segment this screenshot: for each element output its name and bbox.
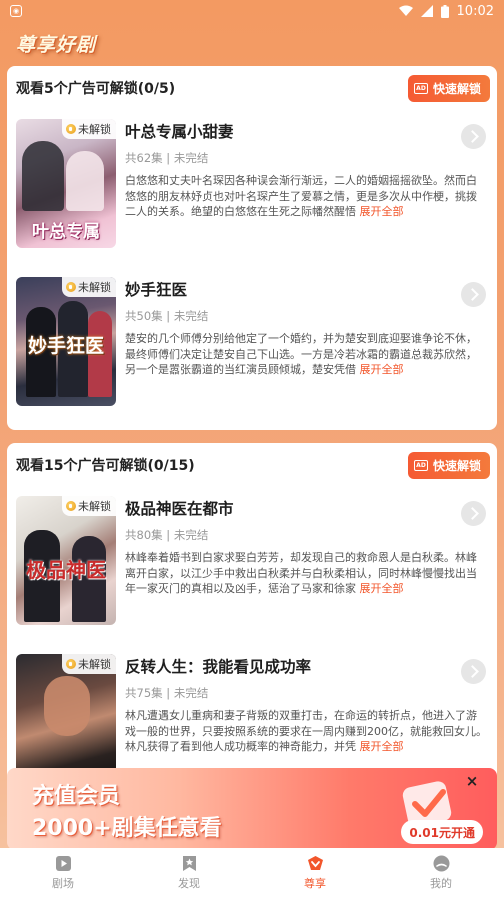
description-text: 楚安的几个师傅分别给他定了一个婚约，并为楚安到底迎娶谁争论不休，最终师傅们决定让… — [125, 332, 477, 376]
banner-subheadline: 2000+剧集任意看 — [32, 816, 222, 841]
quick-unlock-label: 快速解锁 — [432, 458, 481, 473]
quick-unlock-label: 快速解锁 — [432, 81, 481, 96]
section-header: 观看15个广告可解锁(0/15) AD 快速解锁 — [7, 443, 497, 487]
poster-title-text: 叶总专属 — [32, 222, 100, 242]
lock-icon — [66, 659, 76, 669]
tab-label: 我的 — [430, 876, 452, 890]
unlock-section-15-ads: 观看15个广告可解锁(0/15) AD 快速解锁 极品神医 未解锁 极品神医在都… — [7, 443, 497, 783]
poster-title-text: 极品神医 — [26, 558, 106, 582]
expand-link[interactable]: 展开全部 — [360, 740, 404, 753]
drama-item[interactable]: 妙手狂医 未解锁 妙手狂医 共50集 | 未完结 楚安的几个师傅分别给他定了一个… — [7, 268, 497, 426]
tab-label: 剧场 — [52, 876, 74, 890]
drama-poster[interactable]: 极品神医 未解锁 — [16, 496, 116, 625]
drama-title[interactable]: 极品神医在都市 — [125, 497, 487, 521]
description-text: 白悠悠和丈夫叶名琛因各种误会渐行渐远，二人的婚姻摇摇欲坠。然而白悠悠的朋友林妤贞… — [125, 174, 477, 218]
lock-icon — [66, 501, 76, 511]
lock-icon — [66, 282, 76, 292]
locked-badge: 未解锁 — [62, 119, 116, 139]
status-bar: ◉ 10:02 — [0, 0, 504, 22]
drama-info: 妙手狂医 共50集 | 未完结 楚安的几个师傅分别给他定了一个婚约，并为楚安到底… — [125, 278, 487, 378]
drama-info: 反转人生：我能看见成功率 共75集 | 未完结 林凡遭遇女儿重病和妻子背叛的双重… — [125, 655, 487, 755]
description-text: 林凡遭遇女儿重病和妻子背叛的双重打击，在命运的转折点，他进入了游戏一般的世界，只… — [125, 709, 487, 753]
profile-icon — [433, 855, 449, 871]
unlock-section-5-ads: 观看5个广告可解锁(0/5) AD 快速解锁 叶总专属 未解锁 叶总专属小甜妻 … — [7, 66, 497, 430]
app-notification-icon: ◉ — [10, 5, 22, 17]
locked-label: 未解锁 — [78, 123, 111, 136]
quick-unlock-button[interactable]: AD 快速解锁 — [407, 74, 490, 102]
section-title: 观看15个广告可解锁(0/15) — [16, 458, 195, 474]
locked-badge: 未解锁 — [62, 496, 116, 516]
status-time: 10:02 — [456, 3, 494, 19]
drama-info: 极品神医在都市 共80集 | 未完结 林峰奉着婚书到白家求娶白芳芳，却发现自己的… — [125, 497, 487, 597]
drama-description: 林峰奉着婚书到白家求娶白芳芳，却发现自己的救命恩人是白秋柔。林峰离开白家，以江少… — [125, 550, 487, 597]
section-header: 观看5个广告可解锁(0/5) AD 快速解锁 — [7, 66, 497, 110]
locked-label: 未解锁 — [78, 658, 111, 671]
activate-vip-button[interactable]: 0.01元开通 — [401, 820, 483, 844]
wifi-icon — [398, 5, 413, 16]
locked-badge: 未解锁 — [62, 277, 116, 297]
status-left: ◉ — [10, 5, 22, 17]
drama-description: 白悠悠和丈夫叶名琛因各种误会渐行渐远，二人的婚姻摇摇欲坠。然而白悠悠的朋友林妤贞… — [125, 173, 487, 220]
expand-link[interactable]: 展开全部 — [360, 205, 404, 218]
chevron-right-icon[interactable] — [461, 659, 486, 684]
drama-title[interactable]: 反转人生：我能看见成功率 — [125, 655, 487, 679]
tab-label: 尊享 — [304, 876, 326, 890]
bottom-tab-bar: 剧场 发现 尊享 我的 — [0, 848, 504, 897]
episode-meta: 共50集 | 未完结 — [125, 309, 209, 323]
poster-title-text: 妙手狂医 — [27, 335, 104, 357]
battery-icon — [440, 4, 449, 18]
tab-discover[interactable]: 发现 — [126, 848, 252, 897]
drama-poster[interactable]: 未解锁 — [16, 654, 116, 783]
drama-title[interactable]: 妙手狂医 — [125, 278, 487, 302]
ad-icon: AD — [413, 82, 428, 94]
app-logo: 尊享好剧 — [16, 34, 97, 56]
episode-meta: 共62集 | 未完结 — [125, 151, 209, 165]
chevron-right-icon[interactable] — [461, 501, 486, 526]
section-title: 观看5个广告可解锁(0/5) — [16, 81, 176, 97]
drama-title[interactable]: 叶总专属小甜妻 — [125, 120, 487, 144]
tab-label: 发现 — [178, 876, 200, 890]
ad-icon: AD — [413, 459, 428, 471]
expand-link[interactable]: 展开全部 — [360, 582, 404, 595]
locked-badge: 未解锁 — [62, 654, 116, 674]
bookmark-star-icon — [182, 855, 196, 871]
drama-item[interactable]: 极品神医 未解锁 极品神医在都市 共80集 | 未完结 林峰奉着婚书到白家求娶白… — [7, 487, 497, 645]
play-icon — [55, 855, 71, 871]
drama-item[interactable]: 叶总专属 未解锁 叶总专属小甜妻 共62集 | 未完结 白悠悠和丈夫叶名琛因各种… — [7, 110, 497, 268]
vip-promo-banner[interactable]: 充值会员 2000+剧集任意看 × 0.01元开通 — [7, 768, 497, 850]
quick-unlock-button[interactable]: AD 快速解锁 — [407, 451, 490, 479]
lock-icon — [66, 124, 76, 134]
close-icon[interactable]: × — [463, 772, 481, 790]
crown-icon — [307, 855, 323, 870]
tab-theater[interactable]: 剧场 — [0, 848, 126, 897]
locked-label: 未解锁 — [78, 500, 111, 513]
status-right: 10:02 — [398, 3, 494, 19]
banner-headline: 充值会员 — [32, 784, 121, 809]
drama-poster[interactable]: 妙手狂医 未解锁 — [16, 277, 116, 406]
description-text: 林峰奉着婚书到白家求娶白芳芳，却发现自己的救命恩人是白秋柔。林峰离开白家，以江少… — [125, 551, 477, 595]
chevron-right-icon[interactable] — [461, 282, 486, 307]
drama-description: 林凡遭遇女儿重病和妻子背叛的双重打击，在命运的转折点，他进入了游戏一般的世界，只… — [125, 708, 487, 755]
chevron-right-icon[interactable] — [461, 124, 486, 149]
tab-profile[interactable]: 我的 — [378, 848, 504, 897]
locked-label: 未解锁 — [78, 281, 111, 294]
expand-link[interactable]: 展开全部 — [360, 363, 404, 376]
episode-meta: 共75集 | 未完结 — [125, 686, 209, 700]
signal-icon — [420, 5, 433, 17]
drama-info: 叶总专属小甜妻 共62集 | 未完结 白悠悠和丈夫叶名琛因各种误会渐行渐远，二人… — [125, 120, 487, 220]
drama-item[interactable]: 未解锁 反转人生：我能看见成功率 共75集 | 未完结 林凡遭遇女儿重病和妻子背… — [7, 645, 497, 783]
tab-premium[interactable]: 尊享 — [252, 848, 378, 897]
drama-poster[interactable]: 叶总专属 未解锁 — [16, 119, 116, 248]
drama-description: 楚安的几个师傅分别给他定了一个婚约，并为楚安到底迎娶谁争论不休，最终师傅们决定让… — [125, 331, 487, 378]
episode-meta: 共80集 | 未完结 — [125, 528, 209, 542]
